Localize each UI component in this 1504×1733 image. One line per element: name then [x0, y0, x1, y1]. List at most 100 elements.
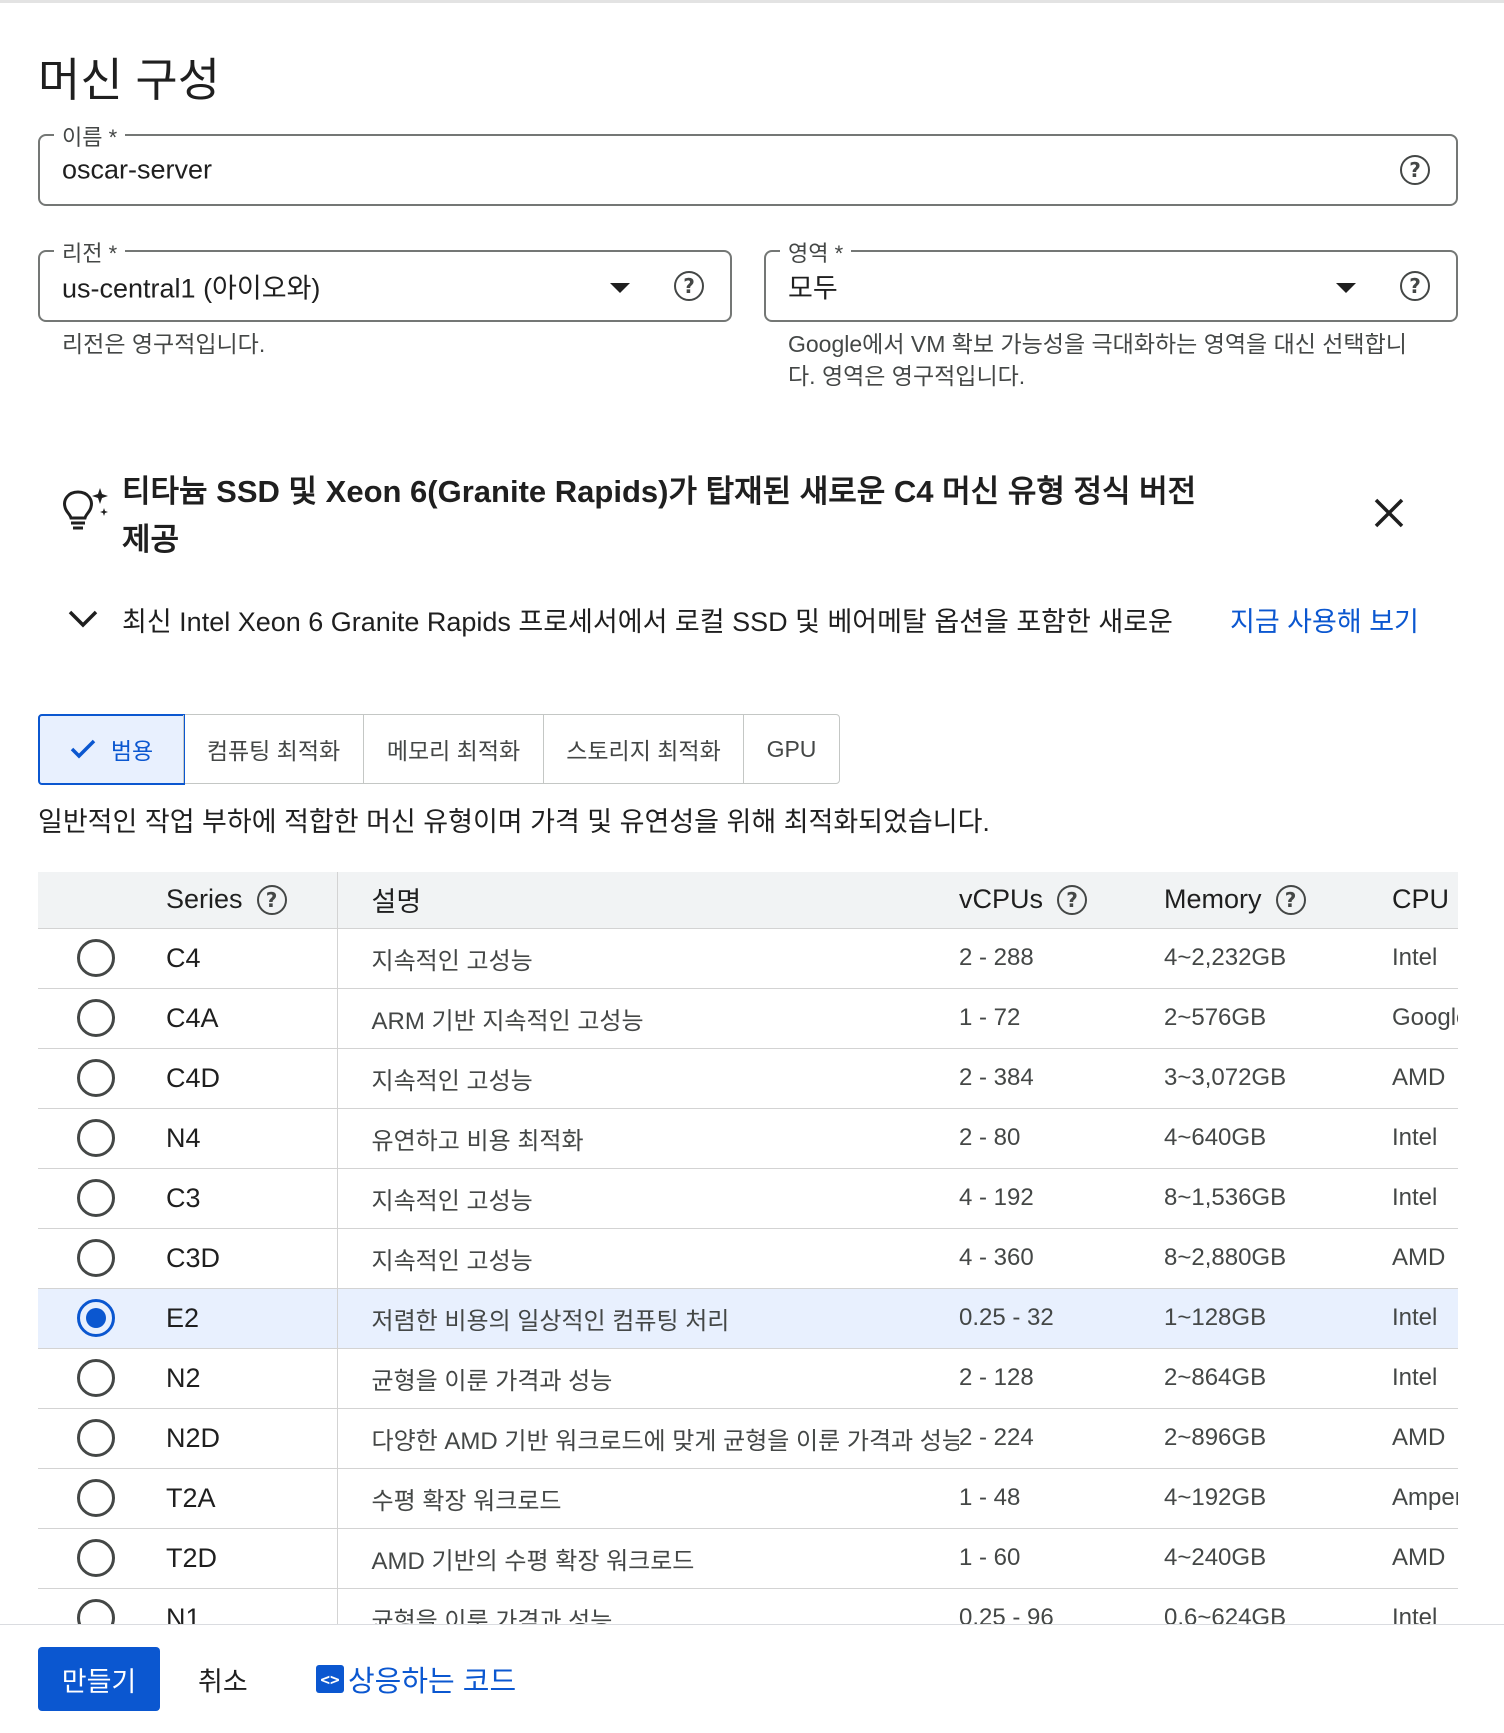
- header-cpu-label: CPU: [1392, 884, 1450, 915]
- cpu-cell: Intel: [1392, 1288, 1458, 1349]
- radio-cell: [38, 1168, 166, 1229]
- name-field[interactable]: 이름 * oscar-server ?: [38, 120, 1458, 206]
- table-row[interactable]: N2 균형을 이룬 가격과 성능 2 - 128 2~864GB Intel: [38, 1348, 1458, 1409]
- table-row[interactable]: N2D 다양한 AMD 기반 워크로드에 맞게 균형을 이룬 가격과 성능 2 - …: [38, 1408, 1458, 1469]
- description-cell: 저렴한 비용의 일상적인 컴퓨팅 처리: [336, 1288, 959, 1349]
- series-radio[interactable]: [77, 1239, 115, 1277]
- memory-cell: 1~128GB: [1164, 1288, 1392, 1349]
- create-button[interactable]: 만들기: [38, 1647, 160, 1711]
- tab-gpu[interactable]: GPU: [743, 715, 839, 783]
- description-cell: 균형을 이룬 가격과 성능: [336, 1588, 959, 1624]
- vcpus-help-icon[interactable]: ?: [1057, 884, 1088, 915]
- table-row[interactable]: C4D 지속적인 고성능 2 - 384 3~3,072GB AMD: [38, 1048, 1458, 1109]
- description-cell: 지속적인 고성능: [336, 1048, 959, 1109]
- page-title: 머신 구성: [38, 54, 221, 106]
- name-field-value[interactable]: oscar-server: [62, 155, 212, 186]
- series-radio[interactable]: [77, 1179, 115, 1217]
- memory-cell: 4~640GB: [1164, 1108, 1392, 1169]
- vcpus-cell: 4 - 360: [959, 1228, 1164, 1289]
- cpu-cell: Google: [1392, 988, 1458, 1049]
- radio-cell: [38, 928, 166, 989]
- tab-storage-optimized[interactable]: 스토리지 최적화: [543, 715, 743, 783]
- memory-help-icon[interactable]: ?: [1275, 884, 1306, 915]
- equivalent-code-button[interactable]: <> 상응하는 코드: [316, 1647, 516, 1711]
- zone-dropdown-arrow-icon[interactable]: [1336, 283, 1356, 293]
- try-now-link[interactable]: 지금 사용해 보기: [1230, 600, 1419, 639]
- series-cell: N2: [166, 1348, 337, 1409]
- header-memory: Memory ?: [1164, 872, 1392, 929]
- series-radio[interactable]: [77, 1419, 115, 1457]
- name-field-label: 이름 *: [54, 120, 126, 152]
- radio-cell: [38, 1348, 166, 1409]
- close-icon[interactable]: [1372, 496, 1406, 530]
- table-row[interactable]: N1 균형을 이룬 가격과 성능 0.25 - 96 0.6~624GB Intel: [38, 1588, 1458, 1624]
- banner-title: 티타늄 SSD 및 Xeon 6(Granite Rapids)가 탑재된 새로…: [122, 474, 1197, 557]
- series-radio[interactable]: [77, 1539, 115, 1577]
- region-dropdown-arrow-icon[interactable]: [610, 283, 630, 293]
- description-cell: 유연하고 비용 최적화: [336, 1108, 959, 1169]
- series-radio[interactable]: [77, 1119, 115, 1157]
- vcpus-cell: 2 - 224: [959, 1408, 1164, 1469]
- zone-select[interactable]: 영역 * 모두 ?: [764, 236, 1458, 322]
- table-row[interactable]: C4AARM 기반 지속적인 고성능1 - 722~576GBGoogle: [38, 988, 1458, 1049]
- vcpus-cell: 2 - 80: [959, 1108, 1164, 1169]
- cancel-button[interactable]: 취소: [198, 1647, 248, 1711]
- cpu-cell: AMD: [1392, 1528, 1458, 1589]
- tab-compute-optimized[interactable]: 컴퓨팅 최적화: [183, 715, 363, 783]
- memory-cell: 2~864GB: [1164, 1348, 1392, 1409]
- vcpus-cell: 2 - 128: [959, 1348, 1164, 1409]
- lightbulb-sparkle-icon: [63, 488, 108, 530]
- header-cpu: CPU: [1392, 872, 1458, 929]
- tab-memory-optimized[interactable]: 메모리 최적화: [363, 715, 543, 783]
- series-radio[interactable]: [77, 1479, 115, 1517]
- memory-cell: 8~1,536GB: [1164, 1168, 1392, 1229]
- vcpus-cell: 1 - 60: [959, 1528, 1164, 1589]
- memory-cell: 4~192GB: [1164, 1468, 1392, 1529]
- check-icon: [70, 739, 96, 759]
- table-row[interactable]: E2 저렴한 비용의 일상적인 컴퓨팅 처리 0.25 - 32 1~128GB Int…: [38, 1288, 1458, 1349]
- memory-cell: 8~2,880GB: [1164, 1228, 1392, 1289]
- tab-label: 컴퓨팅 최적화: [206, 738, 341, 764]
- series-radio[interactable]: [77, 1359, 115, 1397]
- series-cell: E2: [166, 1288, 337, 1349]
- region-help-icon[interactable]: ?: [674, 271, 704, 301]
- header-radio: [38, 872, 166, 929]
- series-radio[interactable]: [77, 999, 115, 1037]
- chevron-down-icon[interactable]: [66, 606, 100, 630]
- radio-cell: [38, 1048, 166, 1109]
- vcpus-cell: 2 - 384: [959, 1048, 1164, 1109]
- region-select[interactable]: 리전 * us-central1 (아이오와) ?: [38, 236, 732, 322]
- cpu-cell: Intel: [1392, 1348, 1458, 1409]
- cpu-cell: Intel: [1392, 1168, 1458, 1229]
- table-row[interactable]: N4 유연하고 비용 최적화 2 - 80 4~640GB Intel: [38, 1108, 1458, 1169]
- table-row[interactable]: T2D AMD 기반의 수평 확장 워크로드 1 - 60 4~240GB AMD: [38, 1528, 1458, 1589]
- code-icon: <>: [316, 1665, 344, 1693]
- equivalent-code-label: 상응하는 코드: [348, 1666, 517, 1698]
- vcpus-cell: 1 - 72: [959, 988, 1164, 1049]
- zone-help-icon[interactable]: ?: [1400, 271, 1430, 301]
- series-cell: C3: [166, 1168, 337, 1229]
- series-radio[interactable]: [77, 1059, 115, 1097]
- table-row[interactable]: C4 지속적인 고성능 2 - 288 4~2,232GB Intel: [38, 928, 1458, 989]
- tab-description: 일반적인 작업 부하에 적합한 머신 유형이며 가격 및 유연성을 위해 최적화…: [38, 807, 990, 837]
- radio-cell: [38, 1408, 166, 1469]
- series-radio[interactable]: [77, 1299, 115, 1337]
- tab-label: 스토리지 최적화: [566, 738, 721, 764]
- series-cell: N4: [166, 1108, 337, 1169]
- cpu-cell: AMD: [1392, 1408, 1458, 1469]
- tab-label: 범용: [110, 738, 154, 764]
- series-radio[interactable]: [77, 939, 115, 977]
- region-field-label: 리전 *: [54, 236, 126, 268]
- radio-cell: [38, 1108, 166, 1169]
- tab-label: GPU: [766, 735, 817, 762]
- description-cell: 수평 확장 워크로드: [336, 1468, 959, 1529]
- memory-cell: 4~2,232GB: [1164, 928, 1392, 989]
- description-cell: 지속적인 고성능: [336, 928, 959, 989]
- series-help-icon[interactable]: ?: [256, 884, 287, 915]
- tab-general-purpose[interactable]: 범용: [37, 713, 185, 785]
- table-row[interactable]: C3 지속적인 고성능 4 - 192 8~1,536GB Intel: [38, 1168, 1458, 1229]
- table-row[interactable]: C3D 지속적인 고성능 4 - 360 8~2,880GB AMD: [38, 1228, 1458, 1289]
- table-row[interactable]: T2A수평 확장 워크로드1 - 484~192GBAmpere: [38, 1468, 1458, 1529]
- name-help-icon[interactable]: ?: [1400, 155, 1430, 185]
- series-radio[interactable]: [77, 1599, 115, 1624]
